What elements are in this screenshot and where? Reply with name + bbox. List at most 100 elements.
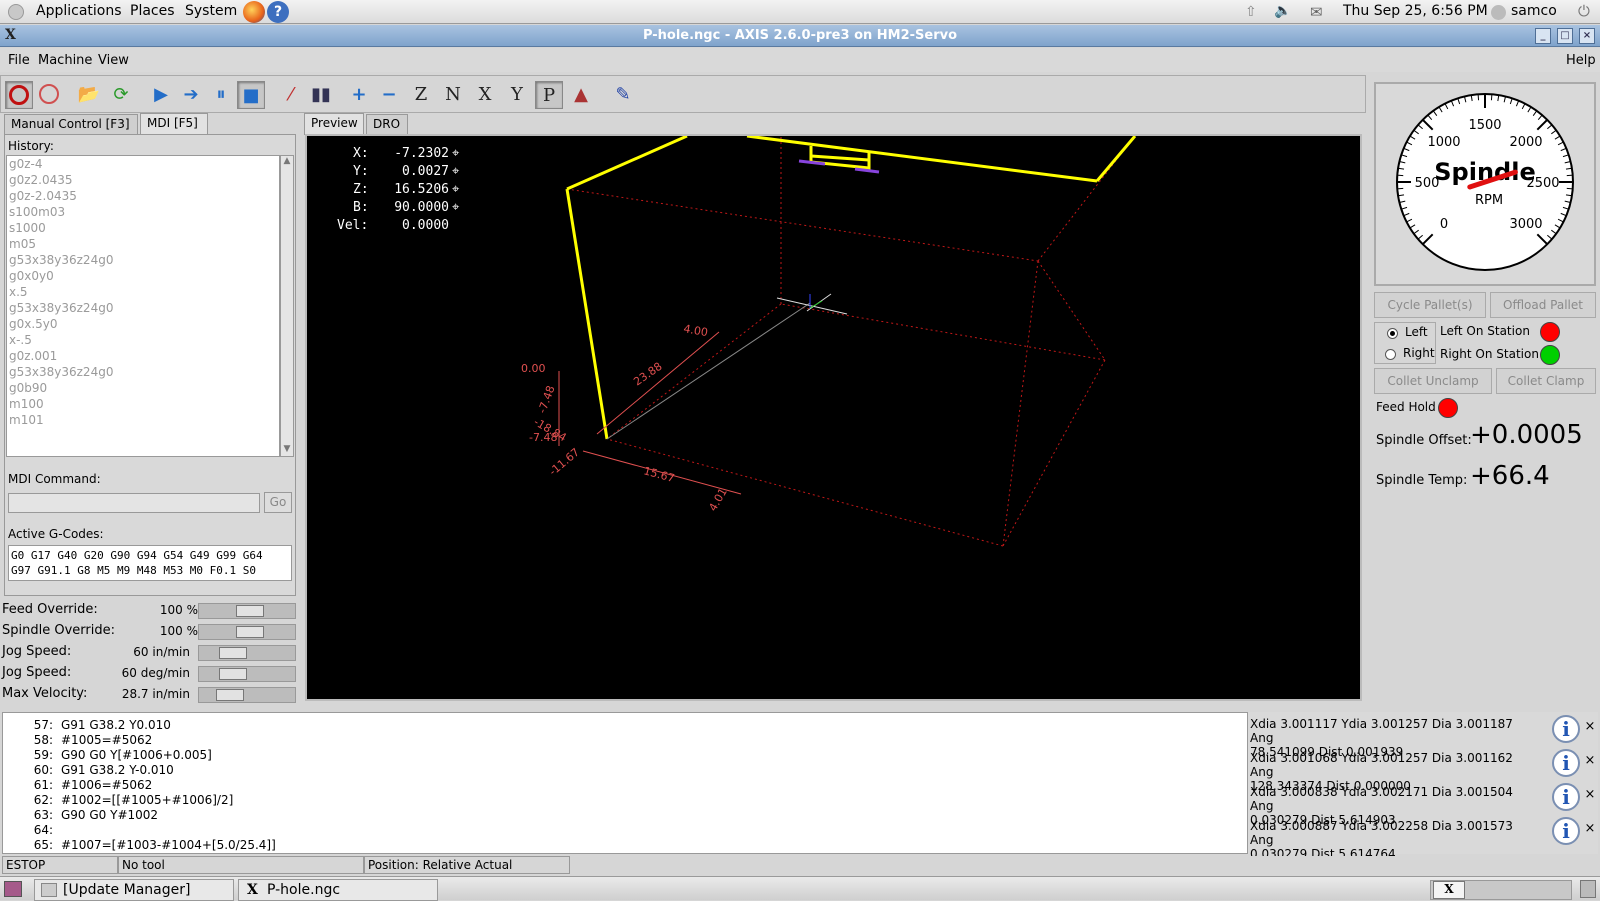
- history-item[interactable]: g0z-4: [7, 156, 279, 172]
- workspace-switcher[interactable]: X: [1430, 880, 1572, 900]
- power-icon[interactable]: ⏻: [1578, 2, 1590, 20]
- menu-file[interactable]: File: [8, 53, 30, 68]
- task-axis-window[interactable]: X P-hole.ngc: [238, 879, 438, 901]
- run-icon[interactable]: ▶: [147, 81, 175, 109]
- view-y-icon[interactable]: Y: [503, 81, 531, 109]
- slider-knob[interactable]: [219, 647, 247, 659]
- view-z-icon[interactable]: Z: [407, 81, 435, 109]
- history-item[interactable]: g53x38y36z24g0: [7, 300, 279, 316]
- minimize-button[interactable]: _: [1535, 28, 1551, 44]
- open-icon[interactable]: 📂: [75, 81, 103, 109]
- close-message-icon[interactable]: ×: [1584, 823, 1596, 835]
- left-radio[interactable]: [1387, 328, 1398, 339]
- code-line[interactable]: G91 G38.2 Y-0.010: [61, 763, 174, 777]
- override-slider[interactable]: [198, 603, 296, 619]
- menu-machine[interactable]: Machine: [38, 53, 92, 68]
- stop-icon[interactable]: ■: [237, 81, 265, 109]
- history-scrollbar[interactable]: ▲ ▼: [280, 155, 294, 457]
- zoom-out-icon[interactable]: −: [375, 81, 403, 109]
- gnome-foot-icon[interactable]: [8, 4, 24, 20]
- history-item[interactable]: g0z-2.0435: [7, 188, 279, 204]
- step-icon[interactable]: ➔: [177, 81, 205, 109]
- offload-pallet-button[interactable]: Offload Pallet: [1490, 292, 1596, 318]
- close-button[interactable]: ×: [1579, 28, 1595, 44]
- menu-help[interactable]: Help: [1566, 53, 1596, 68]
- user-name[interactable]: samco: [1511, 3, 1557, 19]
- menu-view[interactable]: View: [98, 53, 129, 68]
- history-item[interactable]: g0b90: [7, 380, 279, 396]
- code-line[interactable]: G90 G0 Y#1002: [61, 808, 158, 822]
- view-p-icon[interactable]: P: [535, 81, 563, 109]
- places-menu[interactable]: Places: [130, 3, 175, 19]
- code-line[interactable]: G90 G0 Y[#1006+0.005]: [61, 748, 212, 762]
- view-x-icon[interactable]: X: [471, 81, 499, 109]
- maximize-button[interactable]: □: [1557, 28, 1573, 44]
- right-radio-label[interactable]: Right: [1403, 346, 1435, 360]
- mail-icon[interactable]: ✉: [1310, 3, 1330, 19]
- power-icon[interactable]: [35, 81, 63, 109]
- history-item[interactable]: m100: [7, 396, 279, 412]
- history-item[interactable]: g0x0y0: [7, 268, 279, 284]
- code-line[interactable]: #1006=#5062: [61, 778, 152, 792]
- tab-manual-control[interactable]: Manual Control [F3]: [4, 114, 138, 134]
- collet-unclamp-button[interactable]: Collet Unclamp: [1374, 368, 1492, 394]
- task-update-manager[interactable]: [Update Manager]: [34, 879, 234, 901]
- workspace-1[interactable]: X: [1433, 881, 1465, 899]
- tab-preview[interactable]: Preview: [304, 113, 364, 135]
- block-delete-icon[interactable]: ⁄: [277, 81, 305, 109]
- tab-dro[interactable]: DRO: [366, 114, 408, 134]
- override-slider[interactable]: [198, 666, 296, 682]
- close-message-icon[interactable]: ×: [1584, 721, 1596, 733]
- clear-plot-icon[interactable]: ✎: [609, 81, 637, 109]
- history-item[interactable]: g0z.001: [7, 348, 279, 364]
- override-slider[interactable]: [198, 645, 296, 661]
- show-desktop-icon[interactable]: [4, 881, 22, 897]
- update-icon[interactable]: ⇧: [1245, 4, 1263, 20]
- close-message-icon[interactable]: ×: [1584, 755, 1596, 767]
- preview-canvas[interactable]: 0.00 -7.48 -7.48 -18.84 23.88 4.00 -11.6…: [305, 134, 1362, 701]
- reload-icon[interactable]: ⟳: [107, 81, 135, 109]
- cycle-pallet-button[interactable]: Cycle Pallet(s): [1374, 292, 1486, 318]
- mdi-command-input[interactable]: [8, 493, 260, 513]
- code-line[interactable]: #1002=[[#1005+#1006]/2]: [61, 793, 233, 807]
- history-item[interactable]: g53x38y36z24g0: [7, 252, 279, 268]
- history-item[interactable]: g53x38y36z24g0: [7, 364, 279, 380]
- code-line[interactable]: G91 G38.2 Y0.010: [61, 718, 171, 732]
- history-item[interactable]: m101: [7, 412, 279, 428]
- tab-mdi[interactable]: MDI [F5]: [140, 113, 208, 135]
- trash-icon[interactable]: [1580, 880, 1596, 898]
- firefox-icon[interactable]: [243, 1, 265, 23]
- clock[interactable]: Thu Sep 25, 6:56 PM: [1343, 3, 1488, 19]
- slider-knob[interactable]: [236, 605, 264, 617]
- history-item[interactable]: s1000: [7, 220, 279, 236]
- code-line[interactable]: #1005=#5062: [61, 733, 152, 747]
- pause-icon[interactable]: ⏸: [207, 81, 235, 109]
- help-icon[interactable]: ?: [267, 1, 289, 23]
- applications-menu[interactable]: Applications: [36, 3, 122, 19]
- history-item[interactable]: s100m03: [7, 204, 279, 220]
- view-z2-icon[interactable]: N: [439, 81, 467, 109]
- history-item[interactable]: g0z2.0435: [7, 172, 279, 188]
- gcode-listing[interactable]: 57:G91 G38.2 Y0.01058:#1005=#506259:G90 …: [2, 712, 1248, 854]
- close-message-icon[interactable]: ×: [1584, 789, 1596, 801]
- left-radio-label[interactable]: Left: [1405, 325, 1428, 339]
- slider-knob[interactable]: [216, 689, 244, 701]
- optional-stop-icon[interactable]: ▮▮: [307, 81, 335, 109]
- history-item[interactable]: x.5: [7, 284, 279, 300]
- zoom-in-icon[interactable]: +: [345, 81, 373, 109]
- estop-icon[interactable]: [5, 81, 33, 109]
- history-item[interactable]: g0x.5y0: [7, 316, 279, 332]
- system-menu[interactable]: System: [185, 3, 237, 19]
- slider-knob[interactable]: [236, 626, 264, 638]
- history-list[interactable]: g0z-4g0z2.0435g0z-2.0435s100m03s1000m05g…: [6, 155, 280, 457]
- override-slider[interactable]: [198, 624, 296, 640]
- history-item[interactable]: m05: [7, 236, 279, 252]
- collet-clamp-button[interactable]: Collet Clamp: [1496, 368, 1596, 394]
- history-item[interactable]: x-.5: [7, 332, 279, 348]
- volume-icon[interactable]: 🔈: [1274, 3, 1292, 19]
- override-slider[interactable]: [198, 687, 296, 703]
- slider-knob[interactable]: [219, 668, 247, 680]
- rotate-view-icon[interactable]: ▲: [567, 81, 595, 109]
- go-button[interactable]: Go: [264, 492, 292, 513]
- right-radio[interactable]: [1385, 349, 1396, 360]
